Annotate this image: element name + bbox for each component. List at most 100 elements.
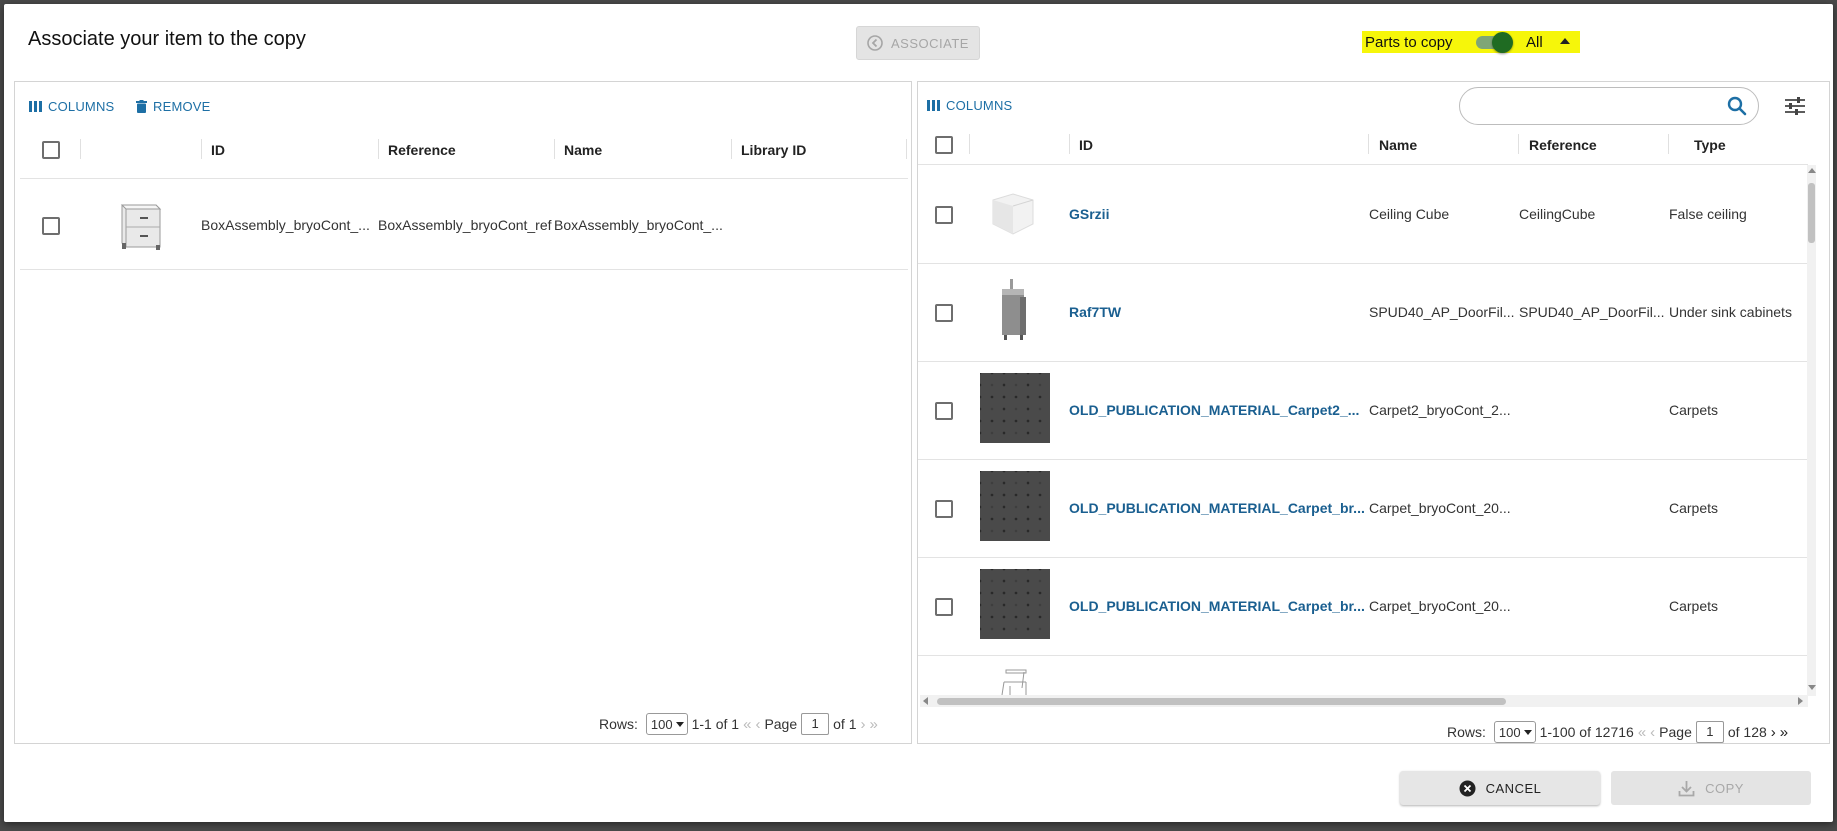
right-header-type[interactable]: Type (1694, 137, 1726, 153)
dialog-title: Associate your item to the copy (28, 28, 306, 50)
right-header-reference[interactable]: Reference (1529, 137, 1597, 153)
column-separator (80, 139, 81, 159)
right-row-id[interactable]: OLD_PUBLICATION_MATERIAL_Carpet2_... (1069, 402, 1364, 418)
scroll-up-icon[interactable] (1808, 168, 1816, 173)
left-header-reference[interactable]: Reference (388, 142, 456, 158)
column-separator (1368, 134, 1369, 154)
left-range-text: 1-1 of 1 (691, 716, 740, 732)
column-separator (731, 139, 732, 159)
columns-icon (927, 100, 940, 111)
caret-up-icon[interactable] (1560, 38, 1570, 44)
search-icon[interactable] (1727, 96, 1747, 116)
trash-icon (136, 100, 147, 113)
scroll-down-icon[interactable] (1808, 685, 1816, 690)
right-range-text: 1-100 of 12716 (1539, 724, 1634, 740)
ceiling-cube-thumbnail (992, 193, 1034, 235)
prev-page-icon[interactable]: ‹ (755, 716, 760, 733)
right-row-name: SPUD40_AP_DoorFil... (1369, 304, 1515, 320)
right-row-reference: CeilingCube (1519, 206, 1596, 222)
column-separator (969, 134, 970, 154)
search-input[interactable] (1459, 87, 1759, 125)
remove-label: REMOVE (153, 99, 211, 114)
parts-to-copy-select[interactable]: All (1526, 34, 1543, 51)
column-separator (1069, 134, 1070, 154)
last-page-icon[interactable]: » (1780, 724, 1788, 741)
right-of-pages: of 128 (1727, 724, 1767, 740)
first-page-icon[interactable]: « (1638, 724, 1646, 741)
right-row-id[interactable]: OLD_PUBLICATION_MATERIAL_Carpet_br... (1069, 598, 1364, 614)
right-columns-label: COLUMNS (946, 98, 1013, 113)
first-page-icon[interactable]: « (743, 716, 751, 733)
left-pagination: Rows: 100 1-1 of 1 « ‹ Page 1 of 1 › » (599, 713, 878, 735)
horizontal-scrollbar-thumb[interactable] (937, 698, 1506, 705)
left-columns-button[interactable]: COLUMNS (29, 99, 114, 114)
selected-items-panel (14, 81, 912, 744)
left-row-name: BoxAssembly_bryoCont_... (554, 217, 723, 233)
associate-button[interactable]: ASSOCIATE (856, 26, 980, 60)
right-row-id[interactable]: GSrzii (1069, 206, 1364, 222)
last-page-icon[interactable]: » (870, 716, 878, 733)
column-separator (1668, 134, 1669, 154)
right-row-name: Carpet2_bryoCont_2... (1369, 402, 1511, 418)
column-separator (906, 139, 907, 159)
right-header-name[interactable]: Name (1379, 137, 1417, 153)
column-separator (378, 139, 379, 159)
right-page-input[interactable]: 1 (1695, 721, 1724, 743)
copy-button[interactable]: COPY (1611, 771, 1811, 805)
remove-button[interactable]: REMOVE (136, 99, 211, 114)
cancel-button[interactable]: CANCEL (1400, 771, 1600, 805)
right-row-checkbox[interactable] (935, 304, 953, 322)
right-row-name: Carpet_bryoCont_20... (1369, 598, 1511, 614)
right-row-type: Under sink cabinets (1669, 304, 1792, 320)
left-row-reference: BoxAssembly_bryoCont_ref (378, 217, 552, 233)
chair-thumbnail (1001, 669, 1027, 695)
row-divider (918, 557, 1808, 558)
associate-label: ASSOCIATE (891, 35, 969, 51)
right-row-id[interactable]: Raf7TW (1069, 304, 1364, 320)
download-icon (1678, 780, 1695, 796)
header-divider (20, 178, 908, 179)
left-select-all-checkbox[interactable] (42, 141, 60, 159)
right-rows-per-page-select[interactable]: 100 (1493, 721, 1536, 743)
right-header-id[interactable]: ID (1079, 137, 1093, 153)
left-rows-per-page-select[interactable]: 100 (645, 713, 688, 735)
left-header-library-id[interactable]: Library ID (741, 142, 806, 158)
chevron-down-icon (1523, 729, 1532, 735)
scroll-right-icon[interactable] (1798, 697, 1803, 705)
right-row-checkbox[interactable] (935, 402, 953, 420)
right-select-all-checbox[interactable] (935, 136, 953, 154)
vertical-scrollbar-thumb[interactable] (1808, 183, 1815, 243)
chevron-down-icon (675, 721, 684, 727)
right-row-type: Carpets (1669, 598, 1719, 614)
right-row-checkbox[interactable] (935, 206, 953, 224)
right-row-id[interactable]: OLD_PUBLICATION_MATERIAL_Carpet_br... (1069, 500, 1364, 516)
next-page-icon[interactable]: › (861, 716, 866, 733)
left-page-input[interactable]: 1 (801, 713, 830, 735)
right-row-type: Carpets (1669, 500, 1719, 516)
right-row-reference: SPUD40_AP_DoorFil... (1519, 304, 1665, 320)
scroll-left-icon[interactable] (923, 697, 928, 705)
right-columns-button[interactable]: COLUMNS (927, 98, 1012, 113)
right-row-type: Carpets (1669, 402, 1719, 418)
copy-label: COPY (1705, 780, 1744, 796)
left-header-name[interactable]: Name (564, 142, 602, 158)
box-assembly-thumbnail (120, 204, 162, 250)
column-separator (1518, 134, 1519, 154)
column-separator (554, 139, 555, 159)
carpet-thumbnail (980, 373, 1050, 443)
rows-label: Rows: (599, 716, 638, 732)
vertical-scrollbar[interactable] (1807, 165, 1816, 696)
columns-icon (29, 101, 42, 112)
parts-toggle[interactable] (1492, 32, 1513, 53)
left-row-checkbox[interactable] (42, 217, 60, 235)
row-divider (918, 263, 1808, 264)
next-page-icon[interactable]: › (1771, 724, 1776, 741)
left-header-id[interactable]: ID (211, 142, 225, 158)
filter-settings-icon[interactable] (1784, 96, 1806, 116)
carpet-thumbnail (980, 471, 1050, 541)
cancel-label: CANCEL (1485, 780, 1542, 796)
right-row-checkbox[interactable] (935, 598, 953, 616)
prev-page-icon[interactable]: ‹ (1650, 724, 1655, 741)
left-row-id: BoxAssembly_bryoCont_... (201, 217, 370, 233)
right-row-checkbox[interactable] (935, 500, 953, 518)
